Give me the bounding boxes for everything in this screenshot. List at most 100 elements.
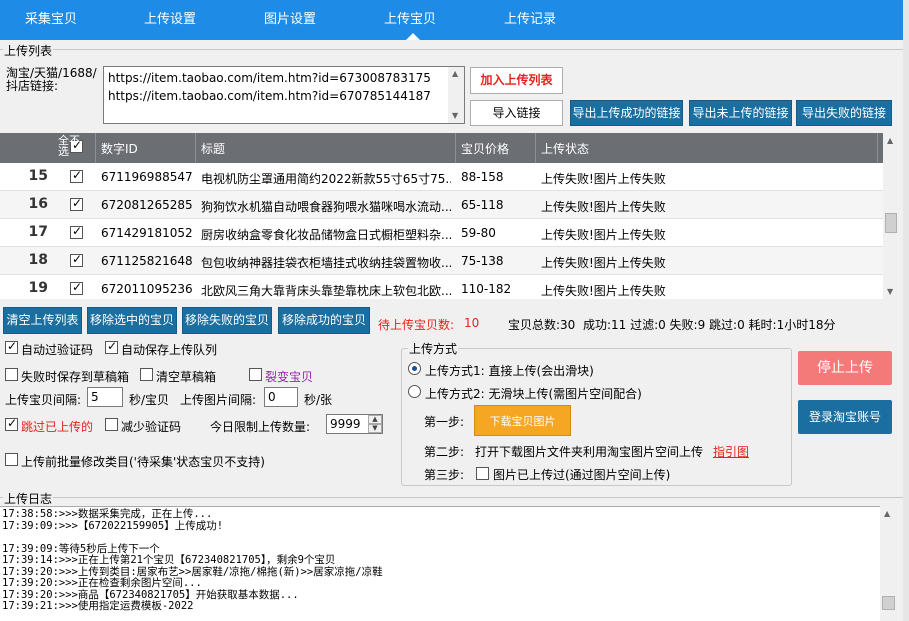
item-title: 北欧风三角大靠背床头靠垫靠枕床上软包北欧... xyxy=(201,284,451,298)
log-title: 上传日志 xyxy=(3,490,54,507)
skip-uploaded-label: 跳过已上传的 xyxy=(21,420,94,434)
upload-status: 上传失败!图片上传失败 xyxy=(541,228,666,242)
item-title: 厨房收纳盒零食化妆品储物盒日式橱柜塑料杂... xyxy=(201,228,451,242)
split-item-label: 裂变宝贝 xyxy=(265,370,314,384)
row-checkbox[interactable] xyxy=(70,196,83,211)
row-checkbox[interactable] xyxy=(70,224,83,239)
step3-text: 图片已上传过(通过图片空间上传) xyxy=(493,468,671,482)
row-checkbox[interactable] xyxy=(70,280,83,295)
export-success-links-button[interactable]: 导出上传成功的链接 xyxy=(570,100,683,126)
row-checkbox[interactable] xyxy=(70,252,83,267)
upload-status: 上传失败!图片上传失败 xyxy=(541,284,666,298)
links-text: https://item.taobao.com/item.htm?id=6730… xyxy=(108,71,431,103)
spin-down-icon[interactable]: ▼ xyxy=(368,424,382,433)
daily-limit-input[interactable]: 9999 ▲ ▼ xyxy=(326,414,383,434)
skip-uploaded-checkbox[interactable] xyxy=(5,416,18,431)
header-select-all[interactable]: 全不选 xyxy=(58,135,88,157)
clear-drafts-checkbox[interactable] xyxy=(140,368,153,381)
download-images-button[interactable]: 下载宝贝图片 xyxy=(474,405,571,436)
export-not-uploaded-button[interactable]: 导出未上传的链接 xyxy=(689,100,792,126)
add-to-upload-list-button[interactable]: 加入上传列表 xyxy=(470,67,563,94)
images-uploaded-checkbox[interactable] xyxy=(476,467,489,480)
log-group xyxy=(0,497,903,498)
log-text: 17:38:58:>>>数据采集完成，正在上传... 17:39:09:>>>【… xyxy=(2,508,383,612)
scroll-up-icon[interactable]: ▲ xyxy=(884,509,890,518)
scroll-down-icon[interactable]: ▼ xyxy=(452,111,458,120)
item-id: 672081265285 xyxy=(101,198,193,212)
export-failed-links-button[interactable]: 导出失败的链接 xyxy=(796,100,892,126)
row-number: 16 xyxy=(28,196,48,212)
spin-up-icon[interactable]: ▲ xyxy=(368,415,382,424)
batch-modify-label: 上传前批量修改类目('待采集'状态宝贝不支持) xyxy=(21,455,265,469)
guide-image-link[interactable]: 指引图 xyxy=(713,443,749,460)
auto-captcha-checkbox[interactable] xyxy=(5,339,18,354)
log-textarea[interactable]: 17:38:58:>>>数据采集完成，正在上传... 17:39:09:>>>【… xyxy=(0,506,897,621)
links-textarea[interactable]: https://item.taobao.com/item.htm?id=6730… xyxy=(103,66,465,124)
mode1-radio[interactable] xyxy=(408,362,421,375)
item-price: 59-80 xyxy=(461,226,496,240)
save-draft-checkbox[interactable] xyxy=(5,368,18,381)
import-links-button[interactable]: 导入链接 xyxy=(470,100,563,126)
interval-input[interactable]: 5 xyxy=(87,387,123,407)
interval-label: 上传宝贝间隔: xyxy=(5,393,82,407)
upload-list-group xyxy=(0,49,903,50)
links-scrollbar[interactable]: ▲ ▼ xyxy=(448,67,464,123)
mode1-label: 上传方式1: 直接上传(会出滑块) xyxy=(425,364,594,378)
upload-status: 上传失败!图片上传失败 xyxy=(541,172,666,186)
split-item-checkbox[interactable] xyxy=(249,368,262,381)
remove-selected-button[interactable]: 移除选中的宝贝 xyxy=(87,307,177,334)
header-separator xyxy=(877,133,878,163)
log-scrollbar[interactable]: ▲ xyxy=(880,506,897,621)
header-separator xyxy=(535,133,536,163)
header-separator xyxy=(455,133,456,163)
scroll-up-icon[interactable]: ▲ xyxy=(452,69,458,78)
scroll-up-icon[interactable]: ▲ xyxy=(887,136,893,145)
clear-drafts-label: 清空草稿箱 xyxy=(156,370,217,384)
table-row[interactable]: 16 672081265285 狗狗饮水机猫自动喂食器狗喂水猫咪喝水流动... 65-… xyxy=(0,191,883,219)
step1-label: 第一步: xyxy=(424,415,465,429)
upload-status: 上传失败!图片上传失败 xyxy=(541,256,666,270)
tab-image-settings[interactable]: 图片设置 xyxy=(264,8,316,27)
header-separator xyxy=(195,133,196,163)
table-row[interactable]: 18 671125821648 包包收纳神器挂袋衣柜墙挂式收纳挂袋置物收... 75-… xyxy=(0,247,883,275)
auto-save-queue-checkbox[interactable] xyxy=(105,339,118,354)
item-title: 电视机防尘罩通用简约2022新款55寸65寸75... xyxy=(201,172,451,186)
image-interval-label: 上传图片间隔: xyxy=(180,393,257,407)
clear-upload-list-button[interactable]: 清空上传列表 xyxy=(3,307,82,334)
row-number: 17 xyxy=(28,224,48,240)
scroll-down-icon[interactable]: ▼ xyxy=(887,287,893,296)
tab-collect[interactable]: 采集宝贝 xyxy=(25,8,77,27)
header-title: 标题 xyxy=(201,142,226,156)
table-scroll-thumb[interactable] xyxy=(885,213,897,233)
step2-text: 打开下载图片文件夹利用淘宝图片空间上传 xyxy=(475,445,704,459)
table-row[interactable]: 15 671196988547 电视机防尘罩通用简约2022新款55寸65寸75..… xyxy=(0,163,883,191)
tab-upload-records[interactable]: 上传记录 xyxy=(504,8,556,27)
tab-upload-items[interactable]: 上传宝贝 xyxy=(384,8,436,27)
reduce-captcha-checkbox[interactable] xyxy=(105,418,118,431)
reduce-captcha-label: 减少验证码 xyxy=(121,420,182,434)
remove-failed-button[interactable]: 移除失败的宝贝 xyxy=(182,307,272,334)
save-draft-label: 失败时保存到草稿箱 xyxy=(21,370,130,384)
item-title: 包包收纳神器挂袋衣柜墙挂式收纳挂袋置物收... xyxy=(201,256,451,270)
image-interval-unit: 秒/张 xyxy=(304,393,333,407)
login-taobao-button[interactable]: 登录淘宝账号 xyxy=(798,400,892,434)
table-row[interactable]: 17 671429181052 厨房收纳盒零食化妆品储物盒日式橱柜塑料杂... 59-… xyxy=(0,219,883,247)
interval-unit: 秒/宝贝 xyxy=(129,393,170,407)
stop-upload-button[interactable]: 停止上传 xyxy=(798,351,892,385)
batch-modify-checkbox[interactable] xyxy=(5,453,18,466)
item-id: 671429181052 xyxy=(101,226,193,240)
item-price: 75-138 xyxy=(461,254,504,268)
active-tab-indicator xyxy=(406,33,420,40)
remove-success-button[interactable]: 移除成功的宝贝 xyxy=(278,307,370,334)
table-scrollbar[interactable]: ▲ ▼ xyxy=(883,133,899,299)
upload-list-title: 上传列表 xyxy=(3,42,54,59)
log-scroll-thumb[interactable] xyxy=(882,596,895,610)
row-checkbox[interactable] xyxy=(70,168,83,183)
tab-upload-settings[interactable]: 上传设置 xyxy=(144,8,196,27)
item-id: 671196988547 xyxy=(101,170,193,184)
upload-stats: 宝贝总数:30 成功:11 过滤:0 失败:9 跳过:0 耗时:1小时18分 xyxy=(508,318,836,332)
pending-count-value: 10 xyxy=(464,316,480,330)
mode2-radio[interactable] xyxy=(408,385,421,398)
image-interval-input[interactable]: 0 xyxy=(264,387,298,407)
table-row[interactable]: 19 672011095236 北欧风三角大靠背床头靠垫靠枕床上软包北欧... 110… xyxy=(0,275,883,299)
